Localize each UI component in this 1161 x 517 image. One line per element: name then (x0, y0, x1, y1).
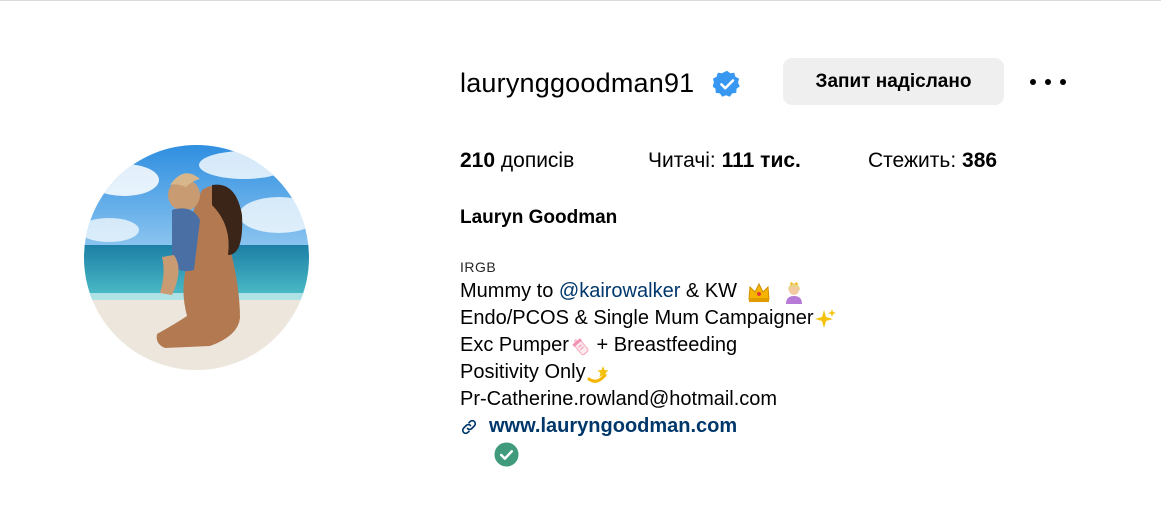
full-name: Lauryn Goodman (460, 207, 618, 228)
link-icon (461, 419, 477, 434)
bio-text: Exc Pumper (460, 334, 569, 356)
website-link[interactable]: www.lauryngoodman.com (489, 415, 737, 438)
princess-emoji (786, 281, 803, 304)
username: laurynggoodman91 (460, 68, 695, 98)
bio-line-1: Mummy to @kairowalker & KW (460, 278, 836, 305)
profile-stats: 210 дописів Читачі: 111 тис. Стежить: 38… (460, 149, 1100, 179)
more-options-icon[interactable] (1030, 68, 1066, 96)
dot (1030, 79, 1036, 85)
posts-stat: 210 дописів (460, 149, 574, 173)
bio-line-3: Exc Pumper + Breastfeeding (460, 332, 836, 359)
mention-link[interactable]: @kairowalker (559, 280, 680, 302)
crown-emoji (748, 282, 770, 302)
verified-badge-icon (713, 70, 740, 97)
baby-bottle-emoji (572, 337, 589, 355)
dot (1060, 79, 1066, 85)
bio-text: Positivity Only (460, 361, 586, 383)
following-count: 386 (962, 149, 998, 172)
following-stat[interactable]: Стежить: 386 (868, 149, 997, 173)
bio-line-5: Pr-Catherine.rowland@hotmail.com (460, 386, 836, 413)
top-divider (0, 0, 1161, 1)
dizzy-emoji (587, 365, 609, 383)
website-row[interactable]: www.lauryngoodman.com (460, 413, 737, 440)
bio-text: Pr-Catherine.rowland@hotmail.com (460, 388, 778, 410)
request-sent-button[interactable]: Запит надіслано (783, 58, 1004, 105)
bio-text: + Breastfeeding (590, 334, 738, 356)
bio-text: Mummy to (460, 280, 559, 302)
bio: Mummy to @kairowalker & KW Endo/PCOS & S… (460, 278, 836, 413)
category-label: IRGB (460, 259, 497, 275)
profile-avatar[interactable] (84, 145, 309, 370)
followers-count: 111 тис. (721, 149, 801, 172)
bio-line-2: Endo/PCOS & Single Mum Campaigner (460, 305, 836, 332)
bio-text: Endo/PCOS & Single Mum Campaigner (460, 307, 814, 329)
profile-header: laurynggoodman91 Запит надіслано (460, 58, 1100, 106)
posts-count: 210 (460, 149, 496, 172)
bio-text: & KW (680, 280, 743, 302)
bio-line-4: Positivity Only (460, 359, 836, 386)
dot (1045, 79, 1051, 85)
followers-label: Читачі: (648, 149, 716, 172)
posts-label: дописів (500, 149, 575, 172)
followers-stat[interactable]: Читачі: 111 тис. (648, 149, 801, 173)
sparkles-emoji (814, 308, 836, 328)
avatar-photo (84, 145, 309, 370)
following-label: Стежить: (868, 149, 957, 172)
check-circle-icon (494, 442, 519, 467)
